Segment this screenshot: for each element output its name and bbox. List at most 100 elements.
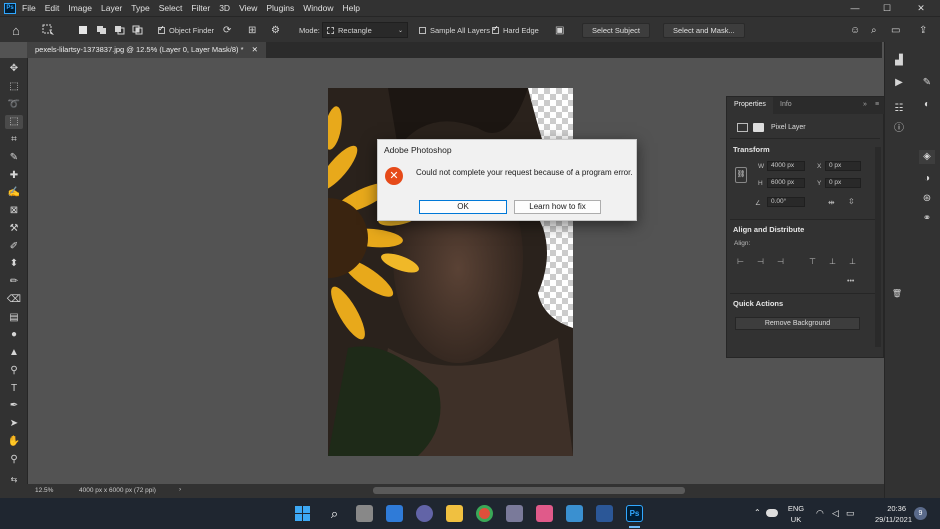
sync-icon[interactable]: ▣	[555, 22, 564, 38]
art-brush-tool-icon[interactable]: ✏	[5, 275, 23, 289]
link-dimensions-icon[interactable]: ⛓	[735, 167, 747, 183]
menu-image[interactable]: Image	[68, 3, 92, 13]
panel-menu-icon[interactable]: ≡	[875, 101, 879, 108]
trash-icon[interactable]: 🗑	[889, 287, 905, 301]
zoom-level[interactable]: 12.5%	[35, 487, 53, 494]
align-bottom-icon[interactable]: ⊥	[849, 257, 856, 266]
show-all-objects-icon[interactable]: ⊞	[248, 22, 256, 38]
brush-settings-icon[interactable]: ✎	[919, 76, 935, 90]
frame-tool-icon[interactable]: ⊠	[5, 204, 23, 218]
lasso-tool-icon[interactable]: ➰	[5, 98, 23, 112]
menu-edit[interactable]: Edit	[45, 3, 60, 13]
width-field[interactable]: 4000 px	[767, 161, 805, 171]
info-icon[interactable]: ⓘ	[891, 122, 907, 136]
menu-filter[interactable]: Filter	[191, 3, 210, 13]
calculator-icon[interactable]	[506, 505, 523, 522]
task-view-icon[interactable]	[356, 505, 373, 522]
close-window-button[interactable]: ✕	[906, 0, 936, 16]
menu-view[interactable]: View	[239, 3, 257, 13]
menu-file[interactable]: File	[22, 3, 36, 13]
color-swap-icon[interactable]: ⇆	[5, 473, 23, 487]
tab-info[interactable]: Info	[780, 101, 792, 108]
select-and-mask-button[interactable]: Select and Mask...	[663, 22, 745, 38]
subtract-selection-icon[interactable]	[114, 22, 126, 38]
mode-select[interactable]: Rectangle ⌄	[322, 22, 408, 38]
remove-background-button[interactable]: Remove Background	[735, 317, 860, 330]
panel-scrollbar[interactable]	[875, 147, 881, 347]
x-field[interactable]: 0 px	[825, 161, 861, 171]
search-icon[interactable]: ⌕	[871, 22, 877, 38]
type-tool-icon[interactable]: T	[5, 382, 23, 396]
path-selection-tool-icon[interactable]: ➤	[5, 417, 23, 431]
file-explorer-icon[interactable]	[446, 505, 463, 522]
align-distribute-section-title[interactable]: Align and Distribute	[733, 225, 804, 234]
align-middle-v-icon[interactable]: ⊥	[829, 257, 836, 266]
learn-how-to-fix-button[interactable]: Learn how to fix	[514, 200, 601, 214]
new-selection-icon[interactable]	[78, 22, 88, 38]
histogram-icon[interactable]: ▟	[891, 54, 907, 68]
sample-all-layers-checkbox[interactable]	[419, 26, 426, 34]
wifi-icon[interactable]: ◠	[816, 508, 824, 519]
language-bottom[interactable]: UK	[786, 515, 806, 524]
close-tab-icon[interactable]: ✕	[252, 45, 258, 54]
sharpen-tool-icon[interactable]: ▲	[5, 346, 23, 360]
object-finder-toggle[interactable]: Object Finder	[158, 22, 214, 38]
minimize-button[interactable]: —	[840, 0, 870, 16]
language-top[interactable]: ENG	[786, 504, 806, 513]
align-top-icon[interactable]: ⊤	[809, 257, 816, 266]
menu-window[interactable]: Window	[303, 3, 333, 13]
onedrive-icon[interactable]	[766, 509, 778, 517]
hard-edge-toggle[interactable]: Hard Edge	[492, 22, 539, 38]
hand-tool-icon[interactable]: ✋	[5, 435, 23, 449]
status-arrow-icon[interactable]: ›	[179, 486, 181, 493]
document-tab[interactable]: pexels-lilartsy-1373837.jpg @ 12.5% (Lay…	[27, 42, 266, 58]
marquee-tool-icon[interactable]: ⬚	[5, 80, 23, 94]
hard-edge-checkbox[interactable]	[492, 24, 499, 34]
transform-section-title[interactable]: Transform	[733, 145, 770, 154]
clock-time[interactable]: 20:36	[866, 504, 906, 513]
horizontal-scrollbar[interactable]	[373, 487, 685, 494]
intersect-selection-icon[interactable]	[132, 22, 144, 38]
chrome-icon[interactable]	[476, 505, 493, 522]
flip-horizontal-icon[interactable]: ⇹	[828, 198, 835, 207]
share-icon[interactable]: ☺	[850, 22, 860, 38]
align-right-icon[interactable]: ⊣	[777, 257, 784, 266]
stamp-tool-icon[interactable]: ⬍	[5, 257, 23, 271]
menu-layer[interactable]: Layer	[101, 3, 122, 13]
dodge-tool-icon[interactable]: ⚲	[5, 364, 23, 378]
channels-icon[interactable]: ⊛	[919, 192, 935, 206]
widgets-icon[interactable]	[386, 505, 403, 522]
notifications-badge[interactable]: 9	[914, 507, 927, 520]
teams-icon[interactable]	[416, 505, 433, 522]
layers-icon[interactable]: ◈	[919, 150, 935, 164]
sample-all-layers-toggle[interactable]: Sample All Layers	[419, 22, 490, 38]
refresh-icon[interactable]: ⟳	[223, 22, 231, 38]
menu-plugins[interactable]: Plugins	[266, 3, 294, 13]
photos-icon[interactable]	[536, 505, 553, 522]
crop-tool-icon[interactable]: ⌗	[5, 133, 23, 147]
select-subject-button[interactable]: Select Subject	[582, 22, 650, 38]
angle-field[interactable]: 0.00°	[767, 197, 805, 207]
move-tool-icon[interactable]: ✥	[5, 62, 23, 76]
brush-tool-icon[interactable]: ✍	[5, 186, 23, 200]
volume-icon[interactable]: ◁	[832, 508, 839, 519]
menu-select[interactable]: Select	[159, 3, 183, 13]
color-icon[interactable]: ◐	[919, 98, 935, 112]
flip-vertical-icon[interactable]: ⇳	[848, 197, 855, 206]
more-options-icon[interactable]: •••	[847, 278, 854, 285]
align-left-icon[interactable]: ⊢	[737, 257, 744, 266]
collapse-panel-icon[interactable]: »	[863, 101, 867, 108]
adjustments-icon[interactable]: ◑	[919, 172, 935, 186]
notepad-icon[interactable]	[566, 505, 583, 522]
pen-tool-icon[interactable]: ✒	[5, 399, 23, 413]
eraser-tool-icon[interactable]: ⌫	[5, 293, 23, 307]
play-actions-icon[interactable]: ▶	[891, 76, 907, 90]
zoom-tool-icon[interactable]: ⚲	[5, 453, 23, 467]
object-selection-tool-icon[interactable]: ⬚	[5, 115, 23, 129]
menu-type[interactable]: Type	[131, 3, 149, 13]
history-brush-tool-icon[interactable]: ✐	[5, 240, 23, 254]
clock-date[interactable]: 29/11/2021	[862, 515, 912, 524]
y-field[interactable]: 0 px	[825, 178, 861, 188]
object-finder-checkbox[interactable]	[158, 24, 165, 34]
add-selection-icon[interactable]	[96, 22, 108, 38]
